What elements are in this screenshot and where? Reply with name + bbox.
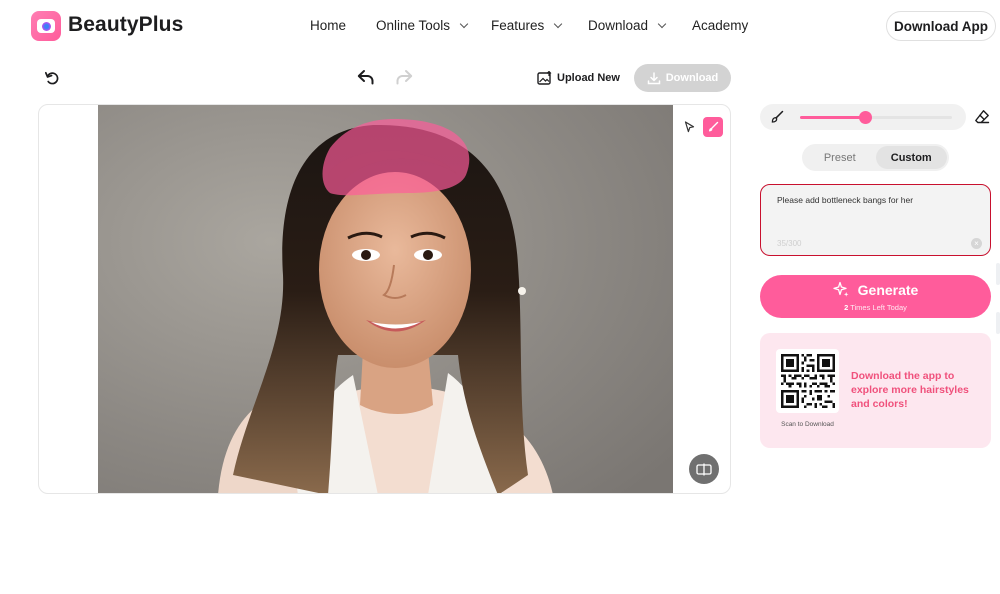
upload-new-label: Upload New: [557, 72, 620, 84]
app-promo-card: Scan to Download Download the app to exp…: [760, 333, 991, 448]
nav-download[interactable]: Download: [588, 18, 667, 33]
download-icon: [647, 71, 660, 84]
nav-download-label: Download: [588, 18, 649, 33]
chevron-down-icon: [657, 19, 667, 28]
download-app-button[interactable]: Download App: [886, 11, 996, 41]
panel-edge-indicator: [996, 312, 1000, 334]
reset-icon[interactable]: [44, 70, 60, 86]
scan-caption: Scan to Download: [781, 421, 834, 428]
eraser-icon[interactable]: [974, 109, 990, 125]
download-button[interactable]: Download: [634, 64, 731, 92]
brush-size-thumb[interactable]: [859, 111, 873, 124]
prompt-textarea[interactable]: Please add bottleneck bangs for her 35/3…: [760, 184, 991, 256]
brush-size-fill: [800, 116, 866, 119]
nav-home[interactable]: Home: [310, 18, 346, 33]
mode-tabs: Preset Custom: [802, 144, 949, 171]
times-left-suffix: Times Left Today: [848, 303, 907, 312]
brush-icon[interactable]: [703, 117, 723, 137]
beautyplus-logo-icon[interactable]: [31, 11, 61, 41]
clear-icon[interactable]: ×: [971, 238, 982, 249]
nav-online-tools[interactable]: Online Tools: [376, 18, 469, 33]
brush-icon[interactable]: [770, 110, 784, 124]
times-left-text: 2 Times Left Today: [760, 303, 991, 312]
portrait-photo[interactable]: [98, 105, 673, 493]
promo-text: Download the app to explore more hairsty…: [851, 370, 969, 410]
qr-code-icon: [780, 354, 835, 408]
panel-edge-indicator: [996, 263, 1000, 285]
brush-size-slider[interactable]: [800, 111, 952, 124]
tab-custom[interactable]: Custom: [875, 146, 947, 169]
nav-academy-label: Academy: [692, 18, 749, 33]
nav-home-label: Home: [310, 18, 347, 33]
brush-size-control: [760, 104, 966, 130]
undo-icon[interactable]: [357, 69, 375, 86]
chevron-down-icon: [459, 19, 469, 28]
prompt-text: Please add bottleneck bangs for her: [777, 195, 914, 205]
nav-features[interactable]: Features: [491, 18, 563, 33]
select-arrow-icon[interactable]: [679, 117, 699, 137]
nav-features-label: Features: [491, 18, 545, 33]
nav-online-tools-label: Online Tools: [376, 18, 451, 33]
generate-label: Generate: [857, 281, 919, 298]
nav-academy[interactable]: Academy: [692, 18, 748, 33]
editor-canvas[interactable]: [38, 104, 731, 494]
portrait-illustration: [98, 105, 673, 493]
sparkle-icon: [832, 281, 849, 297]
upload-new-button[interactable]: Upload New: [537, 70, 620, 86]
tab-preset[interactable]: Preset: [804, 146, 876, 169]
brand-name[interactable]: BeautyPlus: [68, 13, 183, 37]
redo-icon[interactable]: [395, 69, 413, 86]
download-label: Download: [665, 72, 719, 84]
compare-icon[interactable]: [689, 454, 719, 484]
canvas-tool-switch: [679, 117, 723, 137]
char-counter: 35/300: [777, 239, 802, 248]
upload-image-icon: [537, 71, 552, 85]
top-header: BeautyPlus Home Online Tools Features Do…: [0, 0, 1000, 52]
chevron-down-icon: [554, 19, 563, 28]
generate-button[interactable]: Generate 2 Times Left Today: [760, 275, 991, 318]
qr-code: [776, 349, 839, 413]
